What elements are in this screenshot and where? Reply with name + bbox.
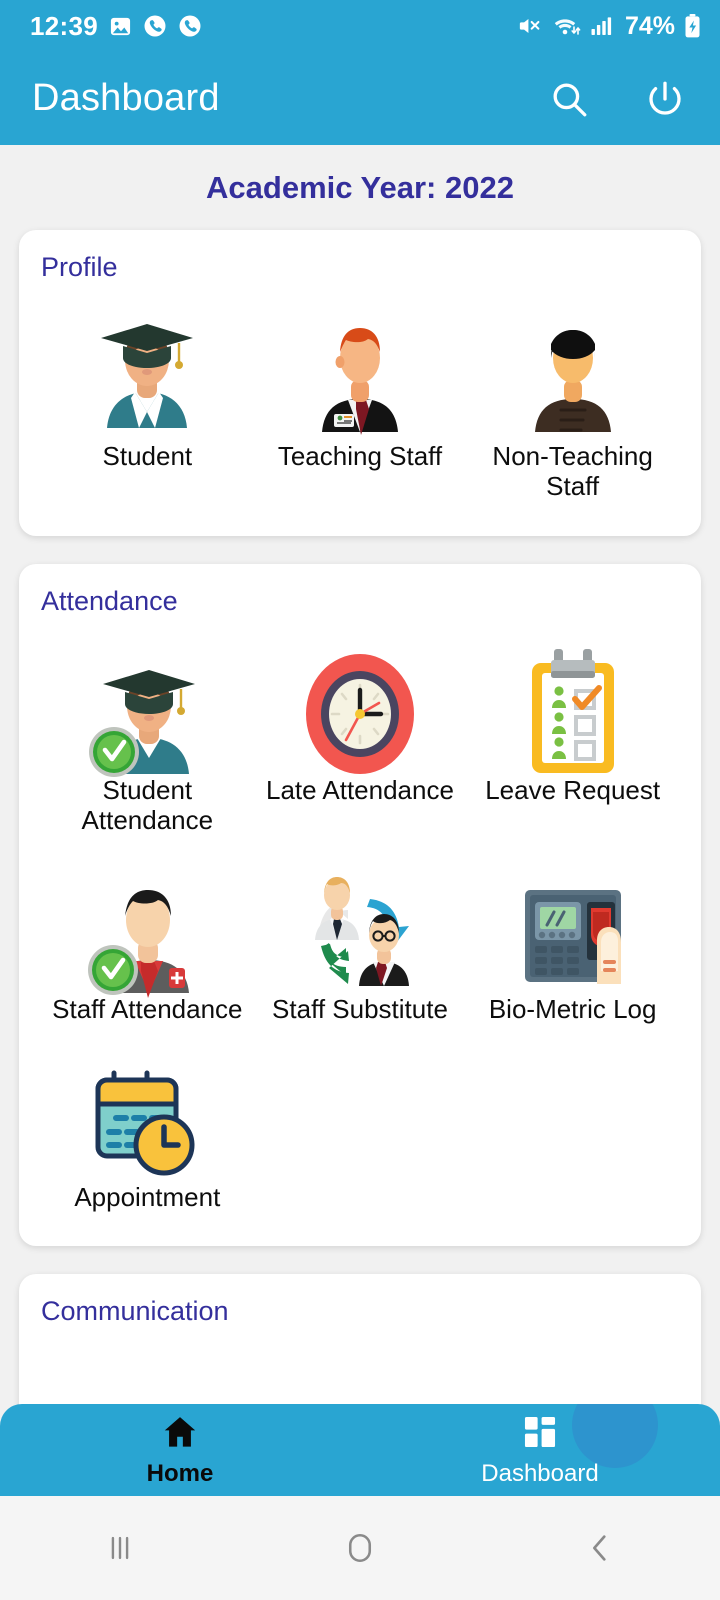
battery-charging-icon xyxy=(683,13,702,39)
tile-staff-substitute[interactable]: Staff Substitute xyxy=(254,844,467,1032)
home-button[interactable] xyxy=(240,1530,480,1566)
clock-icon xyxy=(297,639,423,779)
search-icon[interactable] xyxy=(548,78,590,120)
tile-appointment[interactable]: Appointment xyxy=(41,1032,254,1220)
staff-swap-icon xyxy=(297,858,423,998)
app-bar: Dashboard xyxy=(0,52,720,145)
academic-year-label: Academic Year: 2022 xyxy=(206,170,514,205)
profile-card: Profile Student Teaching Staff Non-Teach… xyxy=(19,230,701,536)
app-screen: 12:39 74% Dashboard Academic Year: 2022 … xyxy=(0,0,720,1600)
student-check-icon xyxy=(85,639,210,779)
nav-label: Home xyxy=(146,1459,214,1487)
nav-item-dashboard[interactable]: Dashboard xyxy=(360,1404,720,1496)
section-title-attendance: Attendance xyxy=(41,585,178,616)
tile-teaching-staff[interactable]: Teaching Staff xyxy=(254,291,467,510)
communication-card: Communication xyxy=(19,1274,701,1426)
tile-staff-attendance[interactable]: Staff Attendance xyxy=(41,844,254,1032)
power-icon[interactable] xyxy=(644,78,686,120)
fingerprint-device-icon xyxy=(509,858,637,998)
app-bar-actions xyxy=(548,78,686,120)
tile-non-teaching-staff[interactable]: Non-Teaching Staff xyxy=(466,291,679,510)
home-icon xyxy=(160,1413,200,1456)
attendance-tile-grid: Student Attendance Late Attendance Leave… xyxy=(41,625,679,1221)
section-title-communication: Communication xyxy=(41,1296,229,1327)
tile-student-attendance[interactable]: Student Attendance xyxy=(41,625,254,844)
tile-label: Appointment xyxy=(74,1182,221,1213)
status-bar-left: 12:39 xyxy=(30,11,202,42)
teaching-staff-avatar-icon xyxy=(304,305,416,445)
battery-percent-label: 74% xyxy=(624,11,675,40)
missed-call-icon xyxy=(178,14,202,38)
tile-late-attendance[interactable]: Late Attendance xyxy=(254,625,467,844)
tile-bio-metric-log[interactable]: Bio-Metric Log xyxy=(466,844,679,1032)
status-bar: 12:39 74% xyxy=(0,0,720,52)
section-title-profile: Profile xyxy=(41,252,118,282)
student-avatar-icon xyxy=(83,305,211,445)
profile-tile-grid: Student Teaching Staff Non-Teaching Staf… xyxy=(41,291,679,510)
tile-label: Teaching Staff xyxy=(277,441,443,471)
status-bar-right: 74% xyxy=(516,12,702,41)
tile-student[interactable]: Student xyxy=(41,291,254,510)
nav-label: Dashboard xyxy=(481,1459,599,1487)
calendar-clock-icon xyxy=(85,1046,210,1186)
tile-label: Late Attendance xyxy=(266,774,454,805)
image-icon xyxy=(109,15,132,38)
bottom-navigation-bar: Home Dashboard xyxy=(0,1404,720,1496)
nav-item-home[interactable]: Home xyxy=(0,1404,360,1496)
staff-check-icon xyxy=(85,858,210,998)
tile-label: Staff Substitute xyxy=(272,993,448,1024)
back-button[interactable] xyxy=(480,1531,720,1565)
dashboard-grid-icon xyxy=(521,1413,559,1456)
missed-call-icon xyxy=(143,14,167,38)
tile-leave-request[interactable]: Leave Request xyxy=(466,625,679,844)
non-teaching-staff-avatar-icon xyxy=(517,305,629,445)
tile-label: Student Attendance xyxy=(81,774,214,836)
tile-label: Bio-Metric Log xyxy=(488,993,657,1024)
signal-icon xyxy=(589,14,614,38)
status-bar-clock: 12:39 xyxy=(30,10,98,41)
tile-label: Non-Teaching Staff xyxy=(492,441,653,502)
tile-label: Leave Request xyxy=(485,774,661,805)
dashboard-scroll-area[interactable]: Academic Year: 2022 Profile Student Teac… xyxy=(0,145,720,1600)
attendance-card: Attendance Student Attendance Late Atten… xyxy=(19,563,701,1247)
page-title: Dashboard xyxy=(32,77,220,119)
android-system-navigation xyxy=(0,1496,720,1600)
mute-icon xyxy=(516,13,543,39)
recents-button[interactable] xyxy=(0,1531,240,1565)
tile-label: Student xyxy=(102,441,193,471)
wifi-icon xyxy=(551,13,581,39)
clipboard-checklist-icon xyxy=(518,639,628,779)
tile-label: Staff Attendance xyxy=(52,993,243,1024)
